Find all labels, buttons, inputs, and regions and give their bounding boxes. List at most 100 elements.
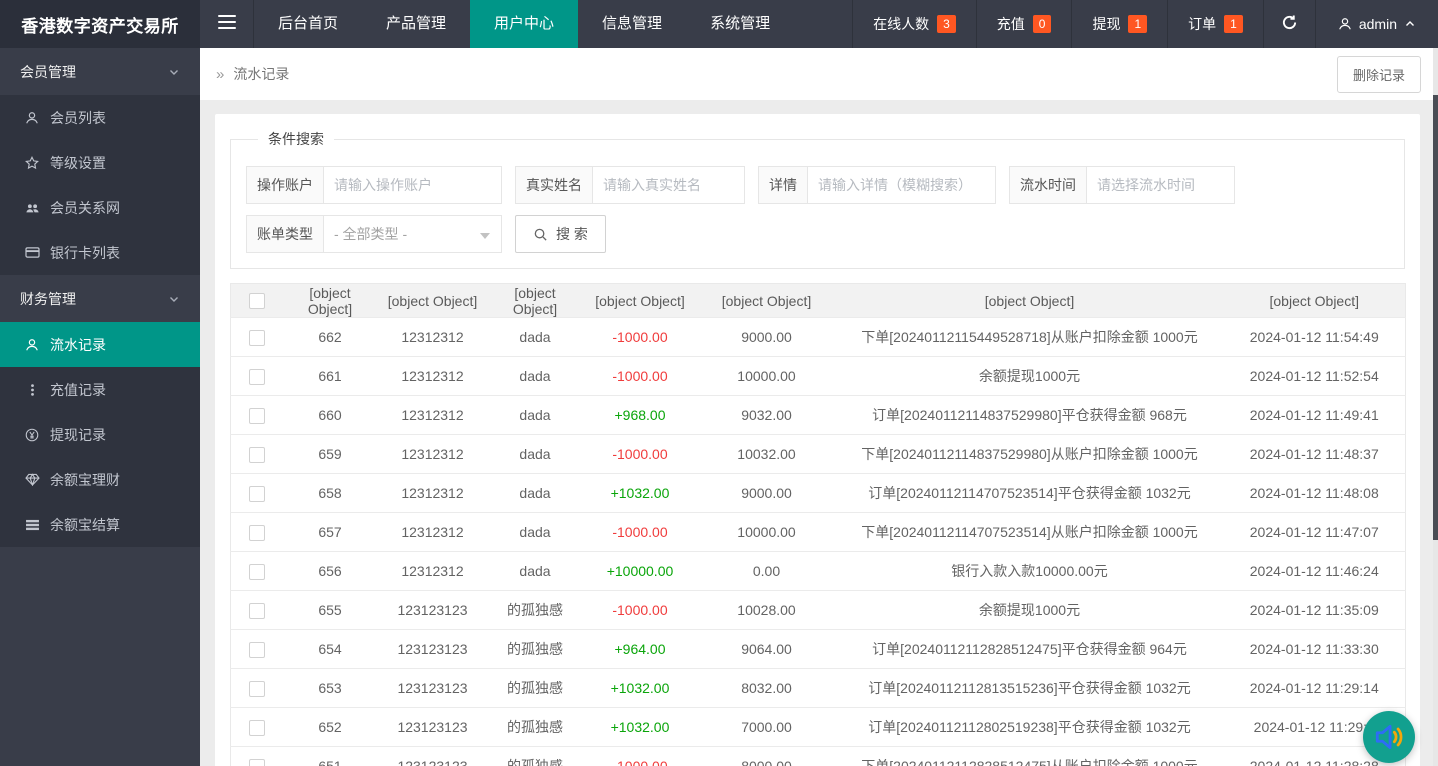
search-actions-row: 账单类型 - 全部类型 - 搜 索 (246, 215, 1389, 253)
sidebar-item[interactable]: 充值记录 (0, 367, 200, 412)
cell-balance-before: 10028.00 (698, 591, 836, 630)
search-field-input[interactable] (324, 166, 502, 204)
topbar-stat[interactable]: 提现 1 (1071, 0, 1167, 48)
cell-detail: 下单[20240112114707523514]从账户扣除金额 1000元 (836, 513, 1224, 552)
sidebar-item[interactable]: 余额宝结算 (0, 502, 200, 547)
cell-account: 12312312 (378, 318, 488, 357)
row-checkbox[interactable] (249, 642, 265, 658)
breadcrumb: » 流水记录 (216, 64, 289, 84)
table-row: 660 12312312 dada +968.00 9032.00 订单[202… (231, 396, 1406, 435)
row-checkbox[interactable] (249, 564, 265, 580)
sidebar-item[interactable]: 银行卡列表 (0, 230, 200, 275)
search-field-input[interactable] (593, 166, 745, 204)
topnav-item[interactable]: 产品管理 (362, 0, 470, 48)
search-field-input[interactable] (808, 166, 996, 204)
topnav-item[interactable]: 系统管理 (686, 0, 794, 48)
refresh-button[interactable] (1263, 0, 1315, 48)
topbar-stat[interactable]: 订单 1 (1167, 0, 1263, 48)
topnav-item[interactable]: 信息管理 (578, 0, 686, 48)
select-all-checkbox[interactable] (249, 293, 265, 309)
cell-time: 2024-01-12 11:48:37 (1224, 435, 1406, 474)
cell-account: 12312312 (378, 396, 488, 435)
cell-detail: 订单[20240112112828512475]平仓获得金额 964元 (836, 630, 1224, 669)
row-checkbox[interactable] (249, 681, 265, 697)
cell-flow-id: 653 (283, 669, 378, 708)
row-checkbox[interactable] (249, 603, 265, 619)
page-title: 流水记录 (233, 64, 289, 84)
chevron-down-icon (168, 66, 180, 78)
cell-detail: 订单[20240112114837529980]平仓获得金额 968元 (836, 396, 1224, 435)
cell-account: 123123123 (378, 708, 488, 747)
sidebar-item-label: 流水记录 (50, 335, 106, 355)
cell-account: 123123123 (378, 630, 488, 669)
cell-account: 123123123 (378, 747, 488, 766)
row-checkbox[interactable] (249, 720, 265, 736)
admin-menu[interactable]: admin (1315, 0, 1438, 48)
cell-flow-id: 658 (283, 474, 378, 513)
sidebar-item[interactable]: 会员关系网 (0, 185, 200, 230)
bill-type-select[interactable]: - 全部类型 - (324, 215, 502, 253)
search-field-input[interactable] (1087, 166, 1235, 204)
topbar-stat[interactable]: 在线人数 3 (852, 0, 976, 48)
yen-circle-icon (24, 428, 40, 442)
sidebar-item[interactable]: 提现记录 (0, 412, 200, 457)
sidebar-item[interactable]: 等级设置 (0, 140, 200, 185)
cell-real-name: 的孤独感 (488, 747, 583, 766)
column-header: [object Object] (1224, 284, 1406, 318)
cell-amount: -1000.00 (583, 591, 698, 630)
cell-amount: -1000.00 (583, 513, 698, 552)
cell-real-name: 的孤独感 (488, 708, 583, 747)
sidebar-toggle-button[interactable] (200, 0, 254, 48)
sidebar: 会员管理 会员列表 等级设置 会员关系网 银行卡列表 财务管 (0, 48, 200, 766)
search-fields-row: 操作账户 真实姓名 详情 (246, 166, 1389, 204)
row-checkbox[interactable] (249, 759, 265, 766)
column-header: [object Object] (488, 284, 583, 318)
table-row: 656 12312312 dada +10000.00 0.00 银行入款入款1… (231, 552, 1406, 591)
cell-balance-before: 9032.00 (698, 396, 836, 435)
sidebar-item-label: 等级设置 (50, 153, 106, 173)
row-checkbox[interactable] (249, 330, 265, 346)
sidebar-item-label: 会员列表 (50, 108, 106, 128)
cell-time: 2024-01-12 11:48:08 (1224, 474, 1406, 513)
sidebar-group-member-mgmt[interactable]: 会员管理 (0, 48, 200, 95)
scrollbar-thumb[interactable] (1433, 95, 1438, 540)
topnav-item[interactable]: 用户中心 (470, 0, 578, 48)
search-button[interactable]: 搜 索 (515, 215, 606, 253)
row-checkbox-cell (231, 747, 283, 766)
cell-amount: -1000.00 (583, 747, 698, 766)
delete-records-button[interactable]: 删除记录 (1337, 56, 1421, 93)
cell-detail: 下单[20240112112828512475]从账户扣除金额 1000元 (836, 747, 1224, 766)
topbar-stats: 在线人数 3 充值 0 提现 1 订单 1 (852, 0, 1263, 48)
stat-label: 充值 (997, 14, 1025, 34)
cell-flow-id: 655 (283, 591, 378, 630)
row-checkbox[interactable] (249, 408, 265, 424)
topnav-item[interactable]: 后台首页 (254, 0, 362, 48)
topbar-stat[interactable]: 充值 0 (976, 0, 1072, 48)
stat-count-badge: 0 (1033, 15, 1052, 33)
cell-time: 2024-01-12 11:47:07 (1224, 513, 1406, 552)
sidebar-item[interactable]: 会员列表 (0, 95, 200, 140)
sidebar-item[interactable]: 余额宝理财 (0, 457, 200, 502)
cell-flow-id: 657 (283, 513, 378, 552)
table-row: 653 123123123 的孤独感 +1032.00 8032.00 订单[2… (231, 669, 1406, 708)
row-checkbox-cell (231, 669, 283, 708)
sidebar-item-label: 余额宝理财 (50, 470, 120, 490)
row-checkbox[interactable] (249, 486, 265, 502)
main-area: » 流水记录 删除记录 条件搜索 操作账户 真实姓名 (200, 48, 1438, 766)
sidebar-group-finance-mgmt[interactable]: 财务管理 (0, 275, 200, 322)
cell-amount: -1000.00 (583, 435, 698, 474)
cell-account: 12312312 (378, 435, 488, 474)
column-header: [object Object] (698, 284, 836, 318)
row-checkbox[interactable] (249, 525, 265, 541)
announcement-fab-button[interactable] (1363, 711, 1415, 763)
row-checkbox-cell (231, 474, 283, 513)
user-icon (1338, 17, 1352, 31)
row-checkbox[interactable] (249, 369, 265, 385)
row-checkbox-cell (231, 708, 283, 747)
row-checkbox[interactable] (249, 447, 265, 463)
sidebar-item[interactable]: 流水记录 (0, 322, 200, 367)
star-icon (24, 156, 40, 170)
sidebar-group-label: 会员管理 (20, 62, 76, 82)
cell-amount: +968.00 (583, 396, 698, 435)
cell-real-name: dada (488, 435, 583, 474)
